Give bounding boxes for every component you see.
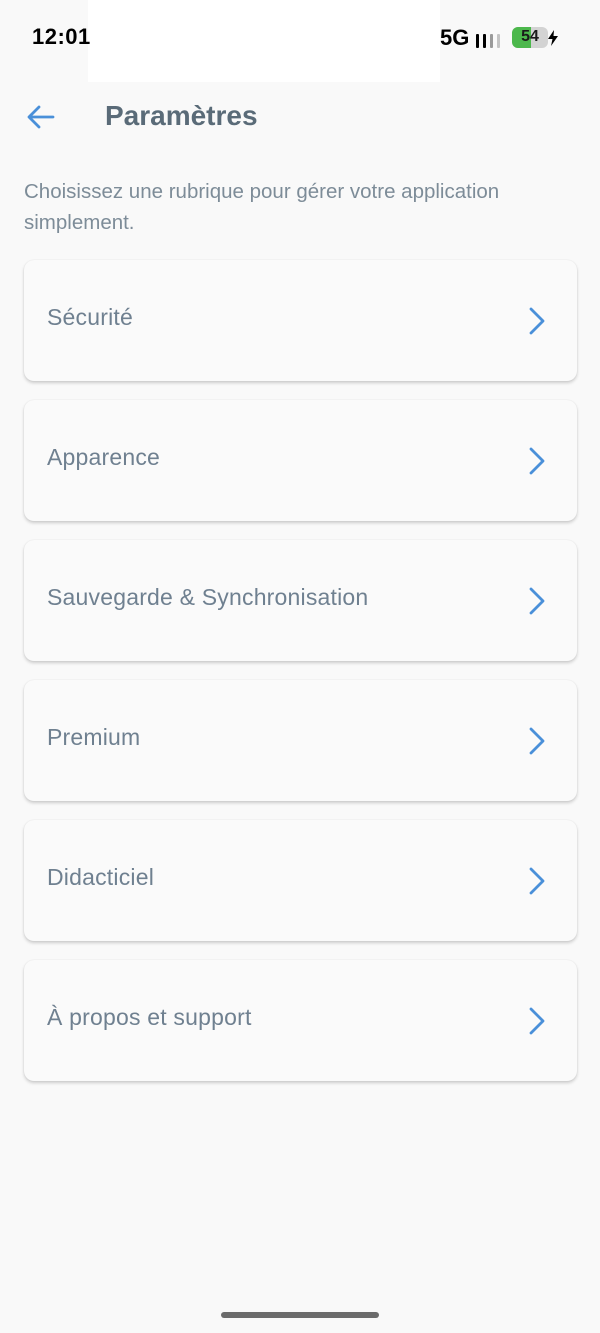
menu-item-label: Sécurité xyxy=(47,304,133,330)
battery-level: 54 xyxy=(521,28,539,45)
home-indicator[interactable] xyxy=(221,1312,379,1318)
back-button[interactable] xyxy=(22,98,60,136)
chevron-right-icon xyxy=(529,447,545,475)
intro-text: Choisissez une rubrique pour gérer votre… xyxy=(24,180,500,234)
menu-item-label: À propos et support xyxy=(47,1004,252,1030)
chevron-right-icon xyxy=(529,867,545,895)
menu-item-sauvegarde[interactable]: Sauvegarde & Synchronisation xyxy=(24,540,577,661)
menu-item-apparence[interactable]: Apparence xyxy=(24,400,577,521)
menu-item-label: Apparence xyxy=(47,444,161,470)
chevron-right-icon xyxy=(529,1007,545,1035)
menu-item-premium[interactable]: Premium xyxy=(24,680,577,801)
menu-item-didacticiel[interactable]: Didacticiel xyxy=(24,820,577,941)
chevron-right-icon xyxy=(529,727,545,755)
menu-item-label: Didacticiel xyxy=(47,864,155,890)
arrow-left-icon xyxy=(27,105,55,129)
menu-item-a-propos[interactable]: À propos et support xyxy=(24,960,577,1081)
menu-item-label: Premium xyxy=(47,724,141,750)
network-type: 5G xyxy=(440,25,470,50)
menu-item-securite[interactable]: Sécurité xyxy=(24,260,577,381)
settings-menu: Sécurité Apparence Sauvegarde & Synchron… xyxy=(24,260,577,1100)
chevron-right-icon xyxy=(529,307,545,335)
status-bar-cutout xyxy=(88,0,440,82)
page-title: Paramètres xyxy=(105,100,258,131)
menu-item-label: Sauvegarde & Synchronisation xyxy=(47,584,369,610)
status-bar: 12:01 5G 54 xyxy=(0,0,600,82)
bolt-icon xyxy=(548,30,558,46)
battery-indicator: 54 xyxy=(512,27,548,48)
signal-bars-icon xyxy=(476,34,500,48)
app-header: Paramètres xyxy=(0,92,600,142)
status-time: 12:01 xyxy=(32,24,91,49)
chevron-right-icon xyxy=(529,587,545,615)
settings-screen: 12:01 5G 54 Paramètres Choisissez une ru… xyxy=(0,0,600,1333)
